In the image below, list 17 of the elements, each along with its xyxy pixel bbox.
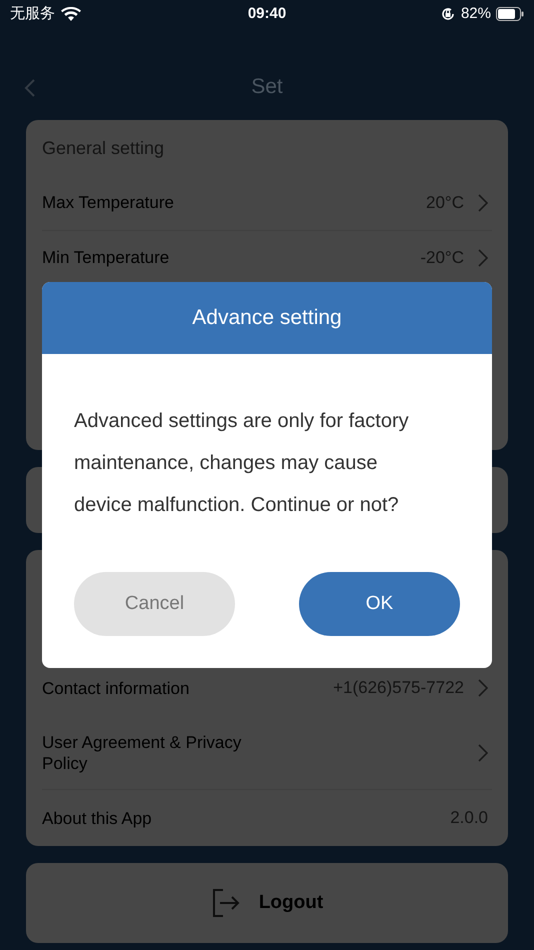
wifi-icon [61, 6, 81, 22]
battery-icon [496, 7, 524, 21]
ok-button[interactable]: OK [299, 572, 460, 636]
chevron-right-icon [478, 249, 488, 267]
page-title: Set [251, 74, 283, 100]
carrier-label: 无服务 [10, 4, 55, 24]
rotation-lock-icon [440, 6, 456, 22]
cancel-button[interactable]: Cancel [74, 572, 235, 636]
clock-label: 09:40 [248, 4, 286, 24]
logout-icon [210, 888, 241, 918]
dialog-header: Advance setting [42, 282, 492, 354]
logout-button[interactable]: Logout [26, 863, 508, 943]
back-icon[interactable] [24, 78, 36, 98]
chevron-right-icon [478, 194, 488, 212]
dialog-message: Advanced settings are only for factory maintenance, changes may cause device malfunction. Continue or not? [73, 409, 410, 518]
battery-percent: 82% [460, 4, 491, 24]
settings-row[interactable]: User Agreement & Privacy Policy [42, 716, 492, 790]
